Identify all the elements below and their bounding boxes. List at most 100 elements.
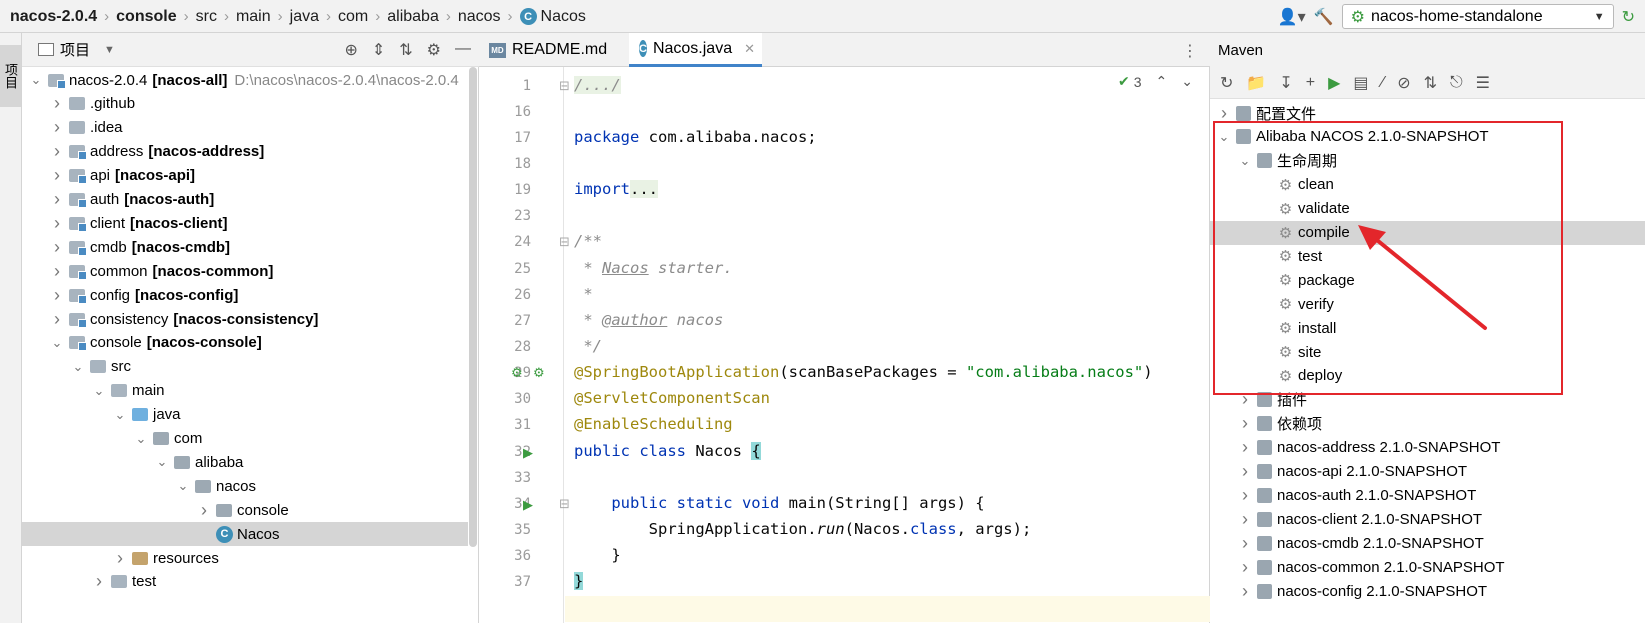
generate-sources-icon[interactable]: 📁 (1246, 73, 1266, 93)
project-tree-row[interactable]: › console (22, 498, 468, 522)
maven-tree-row[interactable]: › nacos-address 2.1.0-SNAPSHOT (1210, 436, 1645, 460)
chevron-right-icon[interactable]: › (1237, 461, 1253, 482)
chevron-up-icon[interactable]: ⌃ (1156, 73, 1168, 90)
chevron-down-icon[interactable]: ⌄ (91, 383, 107, 399)
expand-all-icon[interactable]: ⇕ (372, 40, 385, 60)
inspection-widget[interactable]: ✔ 3 ⌃ ⌄ (1118, 73, 1193, 90)
settings-icon[interactable]: ☰ (1476, 73, 1490, 93)
spring-bean-icon[interactable]: ⚙ (511, 365, 523, 381)
project-tree-row[interactable]: › address [nacos-address] (22, 140, 468, 164)
project-tree-row[interactable]: › config [nacos-config] (22, 283, 468, 307)
build-hammer-icon[interactable]: 🔨 (1314, 7, 1334, 27)
project-tree-row[interactable]: ⌄ com (22, 427, 468, 451)
chevron-right-icon[interactable]: › (1237, 533, 1253, 554)
chevron-right-icon[interactable]: › (49, 237, 65, 258)
project-tree-row[interactable]: › resources (22, 546, 468, 570)
chevron-down-icon[interactable]: ⌄ (1181, 73, 1193, 90)
chevron-down-icon[interactable]: ⌄ (49, 335, 65, 351)
breadcrumb-item[interactable]: com (338, 8, 368, 26)
run-gutter-icon[interactable]: ▶ (523, 497, 533, 513)
run-icon[interactable]: ▶ (1328, 73, 1340, 93)
project-tree-row[interactable]: › .github (22, 92, 468, 116)
chevron-right-icon[interactable]: › (49, 285, 65, 306)
breadcrumb-item[interactable]: console (116, 8, 176, 26)
execute-goal-icon[interactable]: ▤ (1353, 73, 1368, 93)
maven-tree-row[interactable]: › 依赖项 (1210, 412, 1645, 436)
breadcrumb-item[interactable]: nacos-2.0.4 (10, 8, 97, 26)
maven-tree-row[interactable]: › nacos-api 2.1.0-SNAPSHOT (1210, 460, 1645, 484)
maven-tree-row[interactable]: › nacos-auth 2.1.0-SNAPSHOT (1210, 483, 1645, 507)
chevron-right-icon[interactable]: › (49, 93, 65, 114)
project-tree-row[interactable]: ⌄ console [nacos-console] (22, 331, 468, 355)
maven-tree-row[interactable]: › nacos-common 2.1.0-SNAPSHOT (1210, 555, 1645, 579)
collapse-icon[interactable]: ⇅ (1424, 73, 1437, 93)
project-tree-row[interactable]: ⌄ main (22, 379, 468, 403)
chevron-down-icon[interactable]: ⌄ (133, 431, 149, 447)
chevron-down-icon[interactable]: ⌄ (70, 359, 86, 375)
chevron-right-icon[interactable]: › (1237, 581, 1253, 602)
chevron-down-icon[interactable]: ⌄ (175, 478, 191, 494)
rerun-icon[interactable]: ↻ (1622, 7, 1635, 27)
chevron-right-icon[interactable]: › (1237, 437, 1253, 458)
project-tool-tab[interactable]: 项目 (0, 45, 21, 107)
run-gutter-icon[interactable]: ▶ (523, 445, 533, 461)
project-tree-row[interactable]: › auth [nacos-auth] (22, 188, 468, 212)
close-icon[interactable]: ✕ (744, 41, 755, 57)
fold-icon[interactable]: ⊟ (559, 234, 570, 250)
skip-tests-icon[interactable]: ⊘ (1397, 73, 1410, 93)
project-panel-title[interactable]: 项目 (60, 39, 90, 60)
project-tree-row[interactable]: › api [nacos-api] (22, 164, 468, 188)
user-icon[interactable]: 👤▾ (1278, 7, 1306, 27)
maven-tree-row[interactable]: › nacos-config 2.1.0-SNAPSHOT (1210, 579, 1645, 603)
chevron-right-icon[interactable]: › (49, 309, 65, 330)
collapse-all-icon[interactable]: ⇅ (399, 40, 412, 60)
add-icon[interactable]: + (1306, 74, 1315, 92)
project-tree-row[interactable]: ⌄ nacos-2.0.4 [nacos-all] D:\nacos\nacos-2.… (22, 68, 468, 92)
tab-readme[interactable]: MD README.md (479, 33, 629, 67)
project-tree-row[interactable]: › consistency [nacos-consistency] (22, 307, 468, 331)
breadcrumb-item[interactable]: nacos (458, 8, 501, 26)
chevron-right-icon[interactable]: › (91, 571, 107, 592)
fold-icon[interactable]: ⊟ (559, 496, 570, 512)
project-tree-row[interactable]: ⌄ src (22, 355, 468, 379)
project-tree-row[interactable]: ⌄ alibaba (22, 450, 468, 474)
locate-icon[interactable]: ⊕ (344, 40, 357, 60)
chevron-down-icon[interactable]: ⌄ (28, 72, 44, 88)
chevron-right-icon[interactable]: › (196, 500, 212, 521)
maven-tree-row[interactable]: › nacos-cmdb 2.1.0-SNAPSHOT (1210, 531, 1645, 555)
project-tree-row[interactable]: › .idea (22, 116, 468, 140)
chevron-right-icon[interactable]: › (49, 141, 65, 162)
project-tree-row[interactable]: › common [nacos-common] (22, 259, 468, 283)
chevron-right-icon[interactable]: › (1237, 485, 1253, 506)
project-tree-row[interactable]: › test (22, 570, 468, 594)
chevron-right-icon[interactable]: › (1237, 413, 1253, 434)
hide-panel-icon[interactable]: — (455, 40, 471, 60)
breadcrumb-item[interactable]: C Nacos (519, 8, 586, 26)
chevron-right-icon[interactable]: › (1237, 509, 1253, 530)
breadcrumb-item[interactable]: alibaba (387, 8, 439, 26)
project-tree-row[interactable]: › cmdb [nacos-cmdb] (22, 235, 468, 259)
project-tree-row[interactable]: C Nacos (22, 522, 468, 547)
chevron-right-icon[interactable]: › (49, 165, 65, 186)
breadcrumb-item[interactable]: main (236, 8, 271, 26)
project-tree-row[interactable]: ⌄ nacos (22, 474, 468, 498)
chevron-right-icon[interactable]: › (49, 213, 65, 234)
chevron-right-icon[interactable]: › (49, 189, 65, 210)
chevron-right-icon[interactable]: › (49, 117, 65, 138)
reload-icon[interactable]: ↻ (1220, 73, 1233, 93)
more-tabs-icon[interactable]: ⋮ (1182, 41, 1198, 61)
download-icon[interactable]: ↧ (1279, 73, 1292, 93)
project-tree-row[interactable]: › client [nacos-client] (22, 211, 468, 235)
chevron-right-icon[interactable]: › (112, 548, 128, 569)
chevron-right-icon[interactable]: › (49, 261, 65, 282)
view-chevron-down-icon[interactable]: ▼ (104, 44, 115, 56)
project-tree-scrollbar[interactable] (469, 67, 477, 547)
tab-nacos-java[interactable]: C Nacos.java ✕ (629, 33, 762, 67)
breadcrumb-item[interactable]: src (196, 8, 217, 26)
chevron-right-icon[interactable]: › (1237, 557, 1253, 578)
project-tree-row[interactable]: ⌄ java (22, 403, 468, 427)
maven-tree-row[interactable]: › nacos-client 2.1.0-SNAPSHOT (1210, 507, 1645, 531)
show-dependencies-icon[interactable]: ⎋ (1450, 74, 1463, 92)
breadcrumb-item[interactable]: java (290, 8, 319, 26)
chevron-down-icon[interactable]: ⌄ (154, 454, 170, 470)
